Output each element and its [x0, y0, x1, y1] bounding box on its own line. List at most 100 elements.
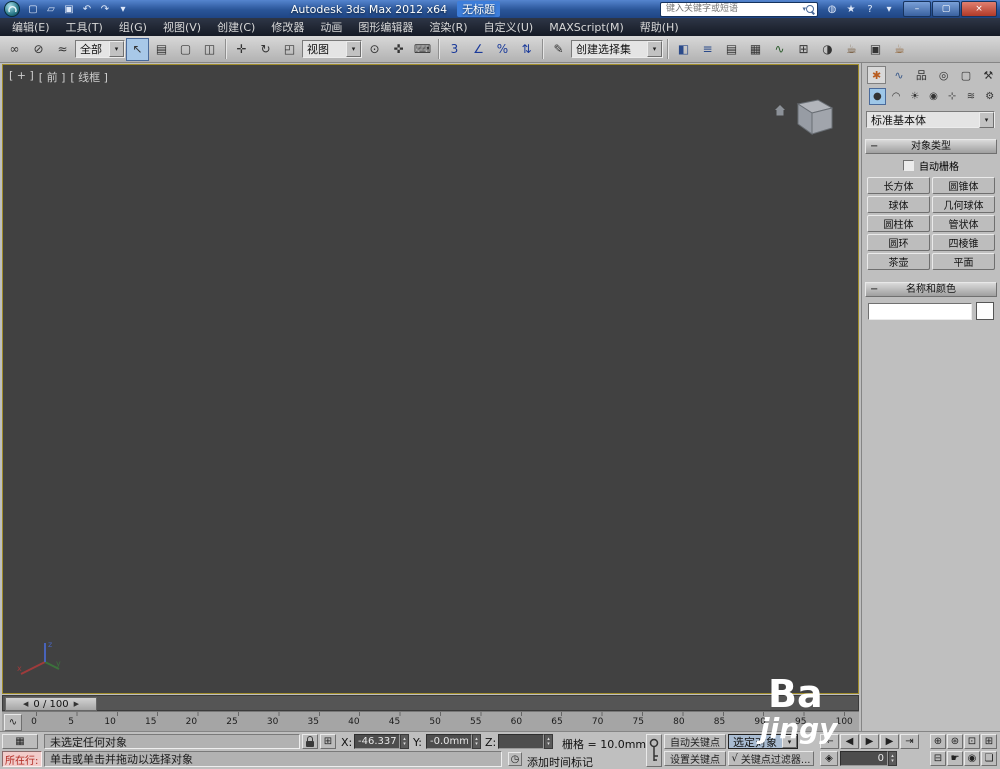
tab-utilities-icon[interactable]: ⚒ — [979, 66, 998, 84]
named-selection-sets-dropdown[interactable]: 创建选择集 ▾ — [571, 40, 663, 58]
save-file-icon[interactable]: ▣ — [61, 2, 77, 16]
select-scale-icon[interactable]: ◰ — [278, 38, 301, 61]
viewcube[interactable] — [774, 91, 838, 144]
frame-spinner[interactable]: ▴ ▾ — [888, 751, 897, 766]
key-mode-toggle[interactable]: ◈ — [820, 751, 838, 766]
rect-selection-icon[interactable]: ▢ — [174, 38, 197, 61]
select-manipulate-icon[interactable]: ✜ — [387, 38, 410, 61]
cat-spacewarps-icon[interactable]: ≋ — [963, 88, 980, 105]
maximize-viewport-icon[interactable]: ❏ — [981, 751, 997, 766]
primitive-button[interactable]: 圆锥体 — [932, 177, 995, 194]
render-setup-icon[interactable]: ☕ — [840, 38, 863, 61]
spinner-snap-icon[interactable]: ⇅ — [515, 38, 538, 61]
select-move-icon[interactable]: ✛ — [230, 38, 253, 61]
chevron-down-icon[interactable]: ▾ — [979, 111, 994, 128]
layer-manager-icon[interactable]: ▤ — [720, 38, 743, 61]
autogrid-checkbox[interactable] — [903, 160, 914, 171]
search-icon[interactable] — [806, 5, 814, 13]
mini-listener-icon[interactable]: ▦ — [2, 734, 38, 749]
menu-item[interactable]: 动画 — [312, 18, 350, 36]
mirror-icon[interactable]: ◧ — [672, 38, 695, 61]
x-spinner[interactable]: ▴ ▾ — [400, 734, 409, 749]
time-slider-track[interactable]: ◀ 0 / 100 ▶ — [2, 695, 859, 711]
x-coordinate-input[interactable] — [354, 734, 400, 749]
primitive-button[interactable]: 圆柱体 — [867, 215, 930, 232]
viewport-shading-menu[interactable]: [ 线框 ] — [70, 69, 108, 85]
time-tag-icon[interactable]: ◷ — [508, 752, 522, 766]
primitive-button[interactable]: 管状体 — [932, 215, 995, 232]
z-spinner[interactable]: ▴ ▾ — [544, 734, 553, 749]
material-editor-icon[interactable]: ◑ — [816, 38, 839, 61]
primitive-button[interactable]: 圆环 — [867, 234, 930, 251]
zoom-all-icon[interactable]: ⊛ — [947, 734, 963, 749]
minimize-button[interactable]: – — [903, 1, 931, 17]
curve-editor-icon[interactable]: ∿ — [768, 38, 791, 61]
application-menu-button[interactable] — [4, 1, 20, 17]
select-by-name-icon[interactable]: ▤ — [150, 38, 173, 61]
redo-icon[interactable]: ↷ — [97, 2, 113, 16]
menu-item[interactable]: 组(G) — [111, 18, 155, 36]
viewport[interactable]: [ + ] [ 前 ] [ 线框 ] x y z — [2, 64, 859, 694]
primitive-button[interactable]: 四棱锥 — [932, 234, 995, 251]
next-frame-arrow-icon[interactable]: ▶ — [74, 700, 79, 708]
reference-coordinate-dropdown[interactable]: 视图 ▾ — [302, 40, 362, 58]
rollout-object-type-header[interactable]: − 对象类型 — [865, 139, 997, 154]
play-button-icon[interactable]: ▶ — [860, 734, 879, 749]
primitive-button[interactable]: 茶壶 — [867, 253, 930, 270]
chevron-down-icon[interactable]: ▾ — [647, 41, 662, 57]
set-key-button[interactable]: 设置关键点 — [664, 751, 726, 766]
go-to-end-icon[interactable]: ⇥ — [900, 734, 919, 749]
select-rotate-icon[interactable]: ↻ — [254, 38, 277, 61]
cat-helpers-icon[interactable]: ⊹ — [944, 88, 961, 105]
maximize-button[interactable]: ▢ — [932, 1, 960, 17]
new-scene-icon[interactable]: ▢ — [25, 2, 41, 16]
percent-snap-icon[interactable]: % — [491, 38, 514, 61]
mini-curve-editor-button[interactable]: ∿ — [4, 714, 22, 731]
schematic-view-icon[interactable]: ⊞ — [792, 38, 815, 61]
open-file-icon[interactable]: ▱ — [43, 2, 59, 16]
help-icon[interactable]: ? — [862, 2, 878, 16]
bind-to-spacewarp-icon[interactable]: ≈ — [51, 38, 74, 61]
primitive-button[interactable]: 球体 — [867, 196, 930, 213]
zoom-extents-icon[interactable]: ⊡ — [964, 734, 980, 749]
object-category-dropdown[interactable]: 标准基本体 ▾ — [866, 111, 995, 128]
viewport-general-menu[interactable]: [ + ] — [9, 69, 34, 85]
set-keys-button[interactable] — [646, 734, 662, 767]
graphite-toggle-icon[interactable]: ▦ — [744, 38, 767, 61]
use-center-icon[interactable]: ⊙ — [363, 38, 386, 61]
chevron-down-icon[interactable]: ▾ — [346, 41, 361, 57]
tab-hierarchy-icon[interactable]: 品 — [912, 66, 931, 84]
align-icon[interactable]: ≡ — [696, 38, 719, 61]
tab-display-icon[interactable]: ▢ — [956, 66, 975, 84]
previous-frame-arrow-icon[interactable]: ◀ — [23, 700, 28, 708]
search-input[interactable] — [664, 3, 803, 15]
previous-frame-icon[interactable]: ◀ — [840, 734, 859, 749]
primitive-button[interactable]: 平面 — [932, 253, 995, 270]
menu-item[interactable]: 图形编辑器 — [350, 18, 421, 36]
pan-icon[interactable]: ☛ — [947, 751, 963, 766]
selection-lock-icon[interactable] — [302, 734, 318, 749]
selection-filter-dropdown[interactable]: 全部 ▾ — [75, 40, 125, 58]
track-bar[interactable]: ∿ 0 5 10 15 20 25 30 35 40 45 50 55 60 65 70 75 80 85 90 95… — [2, 711, 859, 731]
next-frame-icon[interactable]: ▶ — [880, 734, 899, 749]
menu-item[interactable]: 渲染(R) — [421, 18, 475, 36]
select-object-icon[interactable]: ↖ — [126, 37, 149, 61]
edit-named-selections-icon[interactable]: ✎ — [547, 38, 570, 61]
menu-item[interactable]: 工具(T) — [58, 18, 111, 36]
select-and-link-icon[interactable]: ∞ — [3, 38, 26, 61]
angle-snap-icon[interactable]: ∠ — [467, 38, 490, 61]
cat-geometry-icon[interactable]: ● — [869, 88, 886, 105]
chevron-down-icon[interactable]: ▾ — [109, 41, 124, 57]
communication-center-icon[interactable]: ◍ — [824, 2, 840, 16]
auto-key-button[interactable]: 自动关键点 — [664, 734, 726, 749]
add-time-tag[interactable]: 添加时间标记 — [527, 754, 593, 769]
menu-item[interactable]: 编辑(E) — [4, 18, 58, 36]
menu-item[interactable]: 创建(C) — [209, 18, 263, 36]
viewport-pov-menu[interactable]: [ 前 ] — [39, 69, 66, 85]
unlink-selection-icon[interactable]: ⊘ — [27, 38, 50, 61]
snaps-toggle-icon[interactable]: 3 — [443, 38, 466, 61]
y-coordinate-input[interactable] — [426, 734, 472, 749]
primitive-button[interactable]: 几何球体 — [932, 196, 995, 213]
render-production-icon[interactable]: ☕ — [888, 38, 911, 61]
favorites-icon[interactable]: ★ — [843, 2, 859, 16]
